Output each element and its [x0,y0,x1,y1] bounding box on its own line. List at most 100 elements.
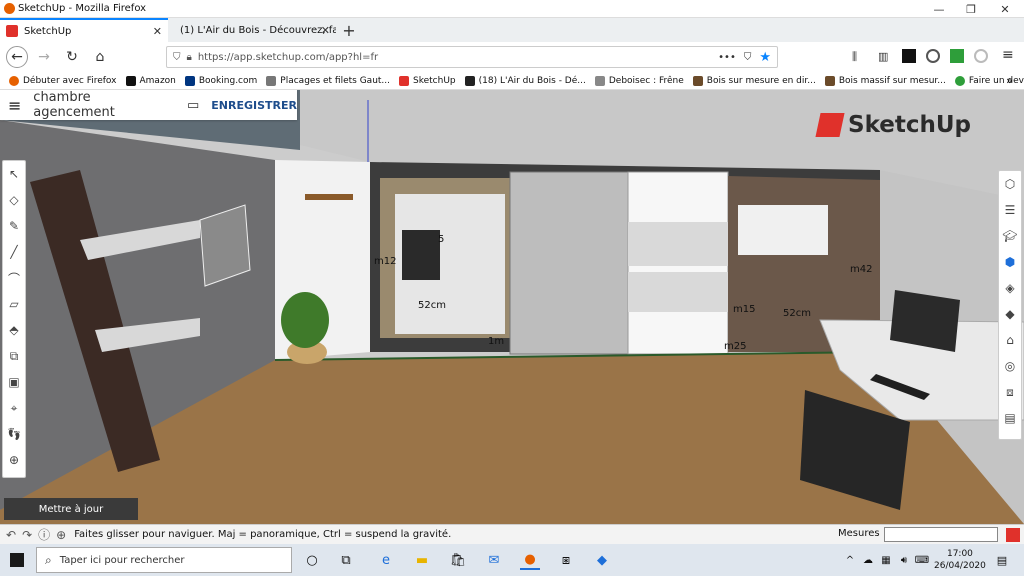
entity-info-icon[interactable]: ⬡ [999,171,1021,197]
bookmark-item[interactable]: Amazon [125,75,176,86]
adobe-icon[interactable]: ⧆ [556,550,576,570]
sync-icon[interactable] [974,49,988,63]
move-tool-icon[interactable]: ⧉ [3,343,25,369]
tab-sketchup[interactable]: SketchUp ✕ [0,18,168,42]
dropbox-icon[interactable]: ◆ [592,550,612,570]
arc-tool-icon[interactable]: ⌒ [3,265,25,291]
check-extension-icon[interactable] [950,49,964,63]
menu-icon[interactable]: ≡ [1002,47,1014,63]
task-view-icon[interactable]: ⧉ [336,550,356,570]
rectangle-tool-icon[interactable]: ▱ [3,291,25,317]
url-input[interactable] [197,51,678,63]
tray-chevron-icon[interactable]: ^ [840,550,860,570]
push-pull-icon[interactable]: ⬘ [3,317,25,343]
lock-icon[interactable]: 🔒︎ [187,52,192,63]
materials-icon[interactable]: ◈ [999,275,1021,301]
pocket-icon[interactable]: ⛉ [744,52,752,63]
bookmark-item[interactable]: Booking.com [184,75,257,86]
dimension-label: m12 [374,256,396,267]
instructor-icon[interactable]: ☰ [999,197,1021,223]
url-bar[interactable]: ⛉ 🔒︎ ••• ⛉ ★ [166,46,778,68]
bookmark-item[interactable]: Faire un devis en ligne... [954,75,1024,86]
tab-lairdubois[interactable]: (1) L'Air du Bois - Découvrez, fa ✕ [168,18,336,42]
bookmark-item[interactable]: Bois massif sur mesur... [824,75,946,86]
walk-tool-icon[interactable]: 👣︎ [3,421,25,447]
sketchup-logo: SketchUp [815,112,971,138]
outliner-icon[interactable]: ▤ [999,405,1021,431]
academy-icon[interactable]: 🎓︎ [999,223,1021,249]
folder-icon[interactable]: ▭ [187,98,199,113]
styles-icon[interactable]: ◆ [999,301,1021,327]
bookmarks-overflow-icon[interactable]: » [1006,74,1013,87]
select-tool-icon[interactable]: ↖ [3,161,25,187]
notifications-icon[interactable]: ▤ [992,550,1012,570]
new-tab-button[interactable]: + [336,18,362,42]
page-actions-icon[interactable]: ••• [718,52,736,63]
dimension-label: 5 [438,234,444,245]
hamburger-menu-icon[interactable]: ≡ [0,96,29,115]
amazon-extension-icon[interactable] [902,49,916,63]
scenes-icon[interactable]: ⧈ [999,379,1021,405]
sketchup-icon [6,25,18,37]
display-icon[interactable]: ◎ [999,353,1021,379]
store-icon[interactable]: 🛍︎ [448,550,468,570]
paint-bucket-icon[interactable]: ✎ [3,213,25,239]
forward-icon[interactable]: → [32,45,56,69]
bookmark-item[interactable]: SketchUp [399,75,456,86]
close-tab-icon[interactable]: ✕ [153,25,162,38]
network-icon[interactable]: ▦ [876,550,896,570]
bookmark-star-icon[interactable]: ★ [759,50,771,65]
account-icon[interactable] [926,49,940,63]
cortana-icon[interactable]: ○ [302,550,322,570]
sidebar-icon[interactable]: ▥ [878,50,888,63]
redo-icon[interactable]: ↷ [22,528,32,542]
sketchup-status-icon[interactable] [1006,528,1020,542]
close-window-button[interactable]: ✕ [990,0,1020,18]
help-icon[interactable]: ⓘ [38,526,50,543]
firefox-taskbar-icon[interactable]: ● [520,550,540,570]
project-name[interactable]: chambre agencement [33,90,173,120]
maximize-button[interactable]: ❐ [956,0,986,18]
bookmark-item[interactable]: (18) L'Air du Bois - Dé... [464,75,586,86]
line-tool-icon[interactable]: ╱ [3,239,25,265]
taskbar-clock[interactable]: 17:00 26/04/2020 [934,548,986,572]
measures-label: Mesures [838,528,880,539]
bookmark-item[interactable]: Deboisec : Frêne [594,75,684,86]
onedrive-icon[interactable]: ☁ [858,550,878,570]
dimension-label: m25 [724,341,746,352]
close-tab-icon[interactable]: ✕ [321,24,330,37]
sketchup-viewport[interactable]: 5 m12 52cm 1m m15 52cm m25 m42 ≡ chambre… [0,90,1024,524]
bookmark-item[interactable]: Placages et filets Gaut... [266,75,390,86]
dimension-label: 52cm [783,308,811,319]
undo-icon[interactable]: ↶ [6,528,16,542]
components-icon[interactable]: ⬢ [999,249,1021,275]
shield-icon[interactable]: ⛉ [173,52,181,63]
globe-icon[interactable]: ⊕ [56,528,66,542]
taskbar-search[interactable]: ⌕ Taper ici pour rechercher [36,547,292,573]
eraser-tool-icon[interactable]: ◇ [3,187,25,213]
tab-label: SketchUp [24,25,72,37]
file-explorer-icon[interactable]: ▬ [412,550,432,570]
reload-icon[interactable]: ↻ [60,45,84,69]
windows-start-icon[interactable] [10,553,24,567]
measures-input[interactable] [884,527,998,542]
save-button[interactable]: ENREGISTRER [211,99,297,112]
home-icon[interactable]: ⌂ [88,45,112,69]
tags-icon[interactable]: ⌂ [999,327,1021,353]
orbit-tool-icon[interactable]: ⊕ [3,447,25,473]
3d-model-view[interactable]: 5 m12 52cm 1m m15 52cm m25 m42 [0,90,1024,524]
library-icon[interactable]: ⫼ [852,50,857,64]
edge-icon[interactable]: e [376,550,396,570]
bookmark-item[interactable]: Débuter avec Firefox [9,75,117,86]
update-button[interactable]: Mettre à jour [4,498,138,520]
minimize-button[interactable]: — [924,0,954,18]
mail-icon[interactable]: ✉ [484,550,504,570]
volume-icon[interactable]: 🔊︎ [894,550,914,570]
bookmark-item[interactable]: Bois sur mesure en dir... [692,75,816,86]
keyboard-icon[interactable]: ⌨ [912,550,932,570]
tape-measure-icon[interactable]: ⌖ [3,395,25,421]
back-icon[interactable]: ← [6,46,28,68]
window-title: SketchUp - Mozilla Firefox [18,3,147,14]
left-toolbar: ↖ ◇ ✎ ╱ ⌒ ▱ ⬘ ⧉ ▣ ⌖ 👣︎ ⊕ [2,160,26,478]
offset-tool-icon[interactable]: ▣ [3,369,25,395]
